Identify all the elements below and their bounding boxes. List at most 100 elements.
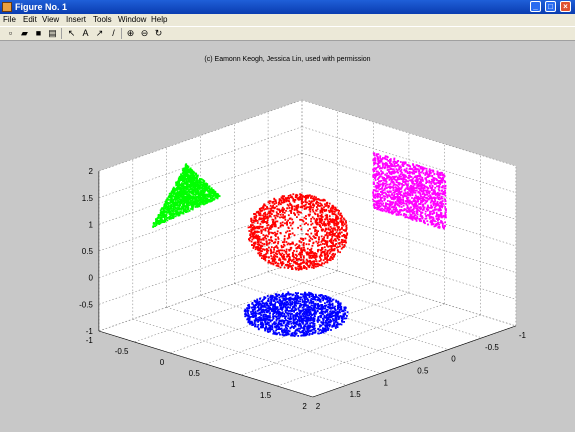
rectangle-point <box>391 178 393 181</box>
triangle-point <box>163 213 166 216</box>
rectangle-point <box>372 176 375 179</box>
rectangle-point <box>386 169 389 171</box>
disc-point <box>319 308 321 310</box>
rectangle-point <box>407 191 409 194</box>
triangle-point <box>188 201 191 204</box>
rectangle-point <box>403 189 406 192</box>
disc-point <box>334 308 337 311</box>
rectangle-point <box>400 175 402 178</box>
rectangle-point <box>414 217 417 219</box>
triangle-point <box>163 206 165 208</box>
disc-point <box>245 313 247 316</box>
triangle-point <box>163 210 166 212</box>
rectangle-point <box>424 210 427 213</box>
disc-point <box>320 321 323 323</box>
disc-point <box>260 304 262 306</box>
rectangle-point <box>437 180 440 182</box>
disc-point <box>312 313 315 315</box>
rectangle-point <box>410 206 413 209</box>
x-tick-label: 1 <box>384 378 389 387</box>
disc-point <box>301 319 303 322</box>
sphere-point <box>328 252 331 255</box>
triangle-point <box>193 193 195 196</box>
disc-point <box>296 319 299 322</box>
rectangle-point <box>420 183 423 186</box>
triangle-point <box>185 206 188 209</box>
triangle-point <box>193 182 196 184</box>
disc-point <box>322 331 325 334</box>
disc-point <box>315 311 318 314</box>
triangle-point <box>198 184 201 187</box>
rectangle-point <box>381 210 384 212</box>
rectangle-point <box>413 206 416 209</box>
disc-point <box>337 308 339 310</box>
rectangle-point <box>399 198 401 201</box>
disc-point <box>256 325 259 328</box>
rectangle-point <box>394 186 397 189</box>
rectangle-point <box>384 195 387 198</box>
rectangle-point <box>408 168 411 170</box>
rectangle-point <box>385 193 387 195</box>
disc-point <box>317 332 319 335</box>
triangle-point <box>157 220 160 222</box>
rectangle-point <box>377 186 380 189</box>
disc-point <box>313 298 316 301</box>
rectangle-point <box>431 185 434 187</box>
rectangle-point <box>379 180 381 183</box>
disc-point <box>244 315 247 318</box>
rectangle-point <box>372 159 375 162</box>
rectangle-point <box>373 200 376 202</box>
rectangle-point <box>444 208 447 211</box>
triangle-point <box>195 175 198 178</box>
scatter-3d-plot[interactable]: -1-0.500.511.52-1-0.500.511.52-1-0.500.5… <box>0 0 575 432</box>
disc-point <box>299 331 302 334</box>
rectangle-point <box>444 191 447 194</box>
rectangle-point <box>420 197 423 200</box>
rectangle-point <box>396 161 398 164</box>
rectangle-point <box>411 208 414 211</box>
disc-point <box>324 330 327 333</box>
sphere-point <box>302 201 305 204</box>
triangle-point <box>167 211 170 214</box>
disc-point <box>279 307 282 309</box>
disc-point <box>324 322 327 324</box>
rectangle-point <box>422 208 425 211</box>
disc-point <box>296 313 299 316</box>
rectangle-point <box>376 192 379 195</box>
rectangle-point <box>377 153 380 156</box>
disc-point <box>254 321 256 323</box>
disc-point <box>279 333 281 336</box>
disc-point <box>271 328 274 331</box>
rectangle-point <box>420 215 423 217</box>
rectangle-point <box>428 206 431 209</box>
sphere-point <box>329 257 331 260</box>
rectangle-point <box>418 218 421 221</box>
disc-point <box>282 322 285 324</box>
y-tick-label: -0.5 <box>115 347 129 356</box>
rectangle-point <box>431 189 433 191</box>
disc-point <box>260 314 262 317</box>
disc-point <box>289 296 292 299</box>
disc-point <box>344 307 347 309</box>
rectangle-point <box>409 187 412 189</box>
triangle-point <box>166 219 169 222</box>
rectangle-point <box>438 218 441 221</box>
disc-point <box>345 317 348 320</box>
disc-point <box>326 314 329 316</box>
disc-point <box>279 295 282 298</box>
disc-point <box>276 325 278 328</box>
disc-point <box>262 308 265 311</box>
disc-point <box>322 327 324 330</box>
rectangle-point <box>383 197 386 200</box>
disc-point <box>298 323 300 326</box>
disc-point <box>275 293 278 296</box>
x-tick-label: 0.5 <box>417 366 429 375</box>
disc-point <box>264 329 266 332</box>
disc-point <box>246 309 249 312</box>
rectangle-point <box>385 187 388 190</box>
rectangle-point <box>389 183 392 185</box>
rectangle-point <box>441 222 444 225</box>
disc-point <box>316 305 319 308</box>
disc-point <box>311 293 314 296</box>
rectangle-point <box>402 204 405 207</box>
